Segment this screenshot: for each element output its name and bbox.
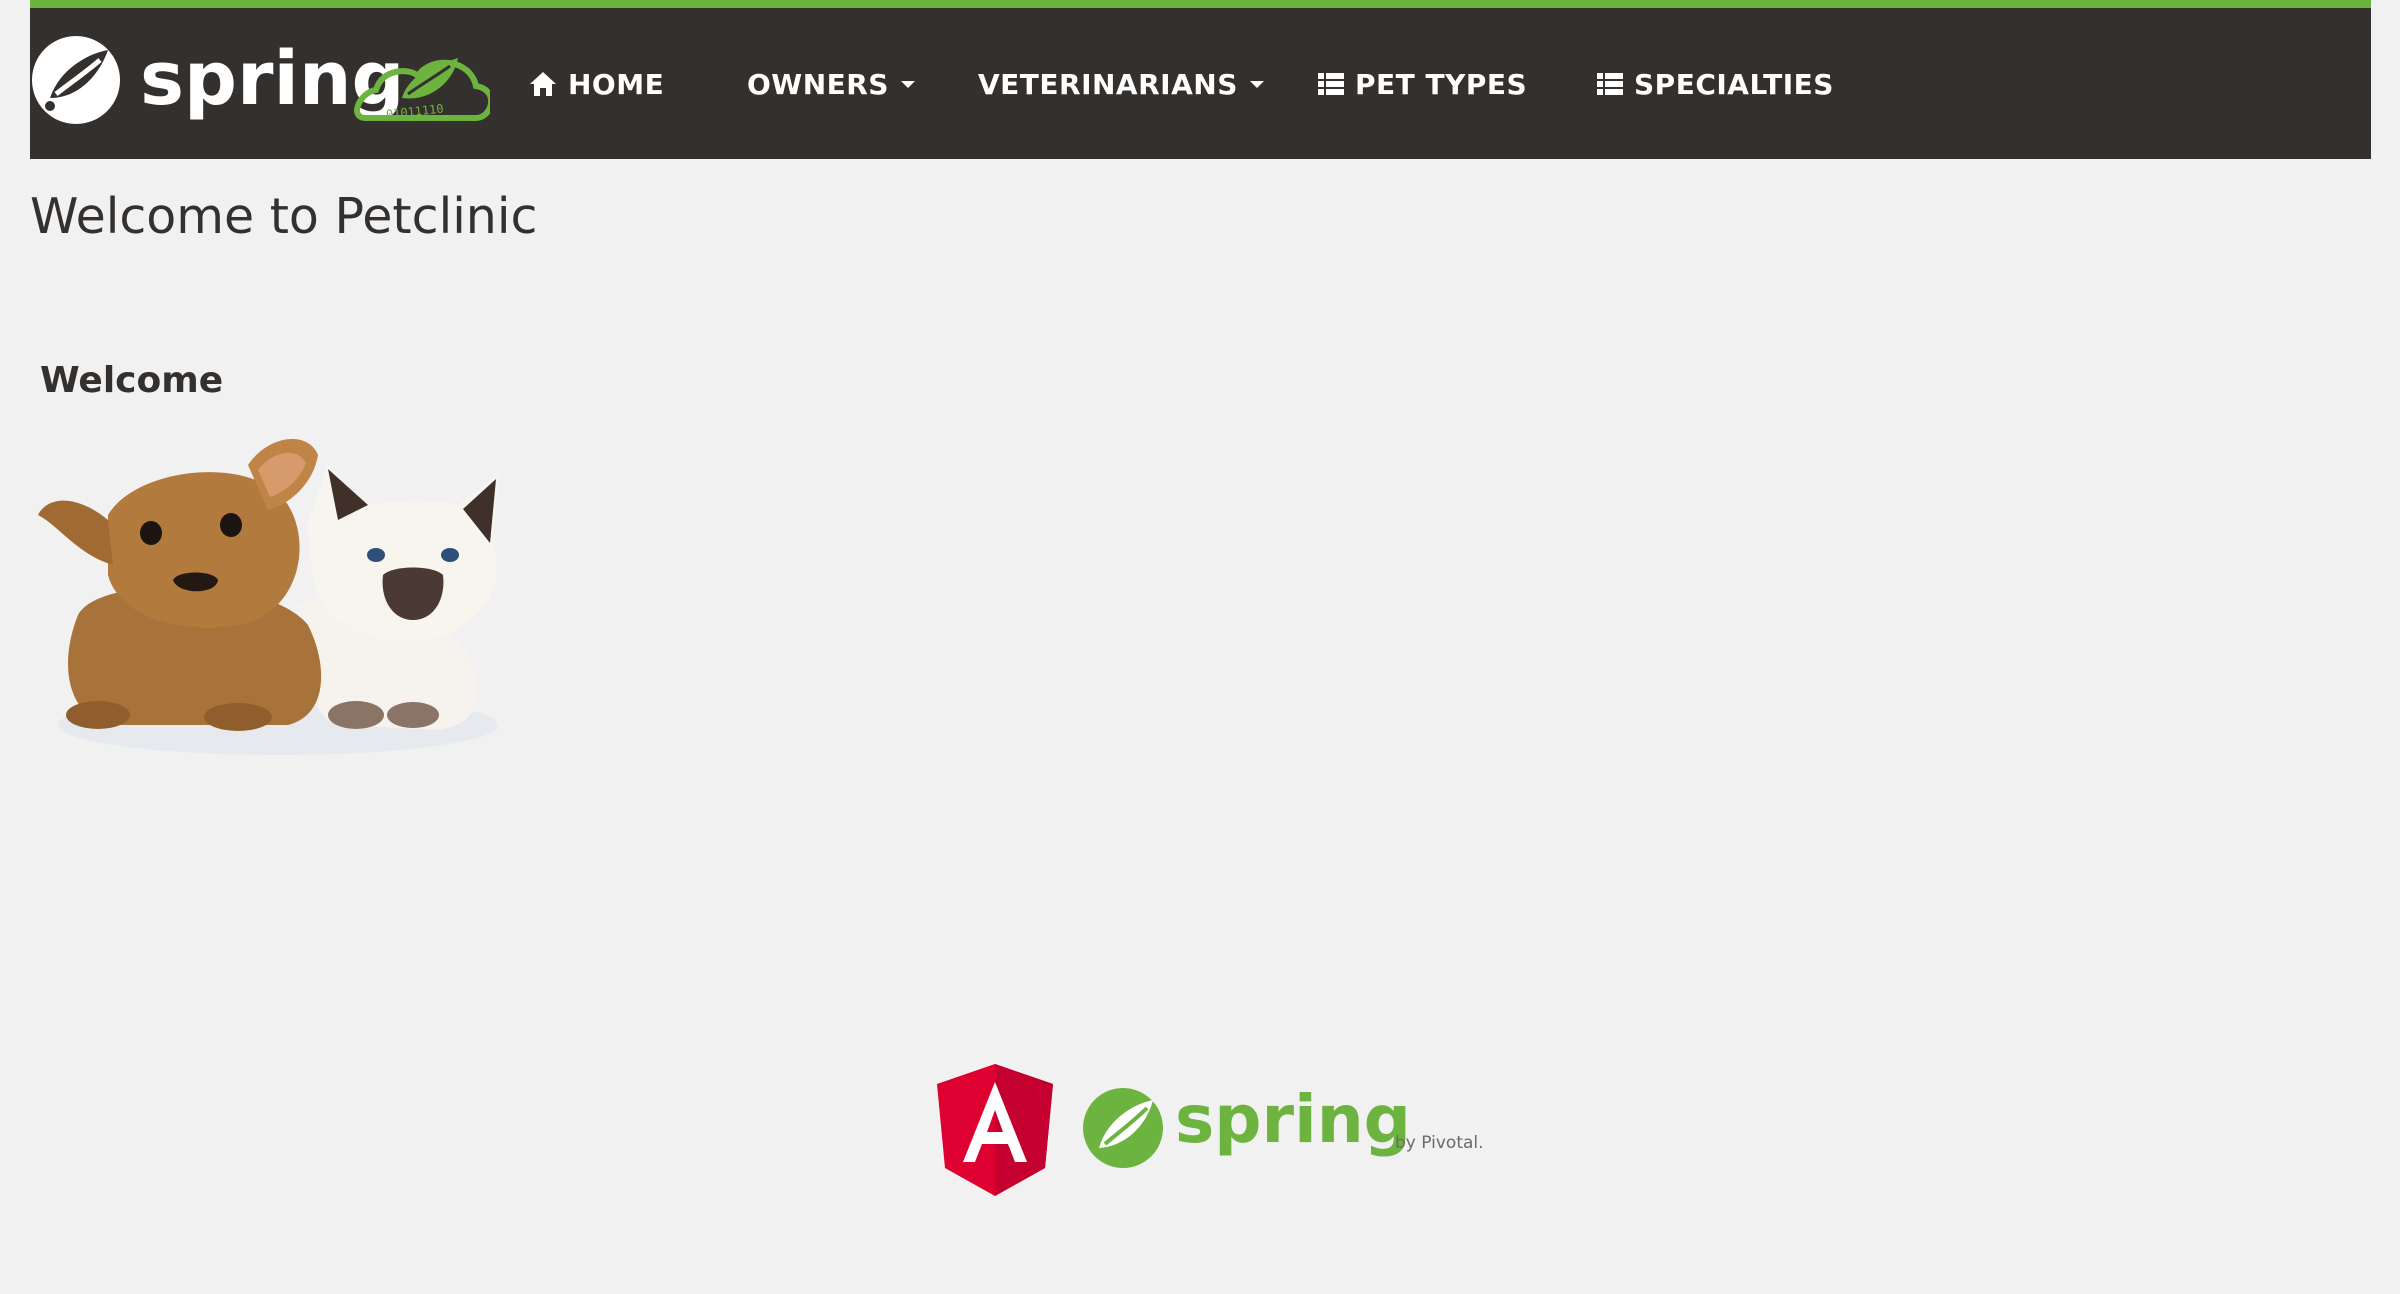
brand-logo-text: spring <box>140 36 405 122</box>
spring-by-pivotal-logo: spring by Pivotal. <box>1083 1081 1484 1168</box>
list-icon <box>1317 70 1345 98</box>
footer-logos: spring by Pivotal. <box>935 1062 1495 1197</box>
puppy-and-kitten-image <box>38 425 508 765</box>
caret-down-icon <box>1249 80 1264 88</box>
nav-item-pet-types[interactable]: PET TYPES <box>1317 54 1527 114</box>
welcome-heading: Welcome <box>40 360 224 401</box>
nav-item-label: SPECIALTIES <box>1634 67 1834 101</box>
caret-down-icon <box>900 80 915 88</box>
nav-item-veterinarians[interactable]: VETERINARIANS <box>978 54 1264 114</box>
nav-item-owners[interactable]: OWNERS <box>747 54 915 114</box>
footer-pivotal-text: by Pivotal. <box>1395 1133 1484 1153</box>
nav-item-home[interactable]: HOME <box>528 54 664 114</box>
page-title: Welcome to Petclinic <box>30 188 538 245</box>
nav-item-label: HOME <box>568 67 665 101</box>
nav-item-label: OWNERS <box>747 67 889 101</box>
home-icon <box>528 69 558 99</box>
footer-spring-text: spring <box>1175 1081 1411 1158</box>
nav-item-specialties[interactable]: SPECIALTIES <box>1596 54 1834 114</box>
nav-item-label: PET TYPES <box>1355 67 1528 101</box>
list-icon <box>1596 70 1624 98</box>
spring-petclinic-logo[interactable]: spring 01011110 <box>30 28 495 133</box>
top-navbar: spring 01011110 HOME OWNERS VETERINARIAN… <box>30 0 2371 159</box>
nav-item-label: VETERINARIANS <box>978 67 1238 101</box>
angular-logo <box>937 1064 1053 1196</box>
